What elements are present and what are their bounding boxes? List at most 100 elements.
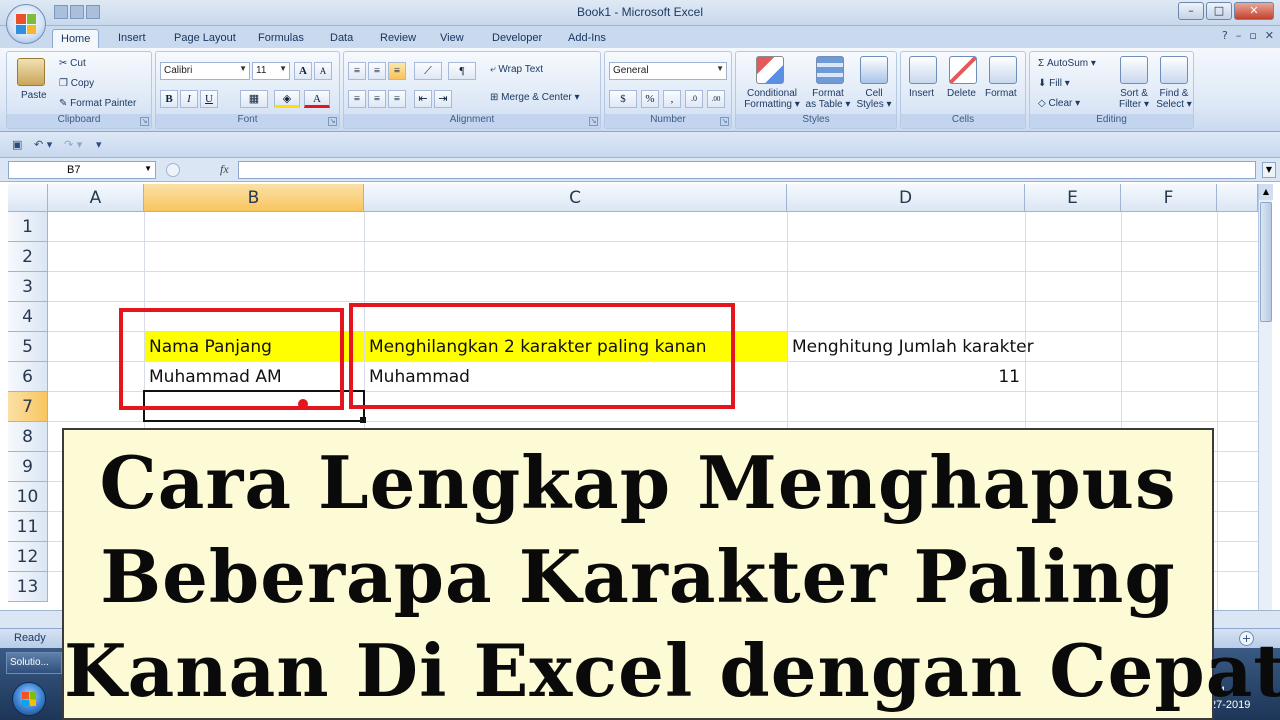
align-left-button[interactable]: ≡ (348, 90, 366, 108)
minimize-button[interactable]: – (1178, 2, 1204, 20)
align-bottom-button[interactable]: ≡ (388, 62, 406, 80)
tab-data[interactable]: Data (322, 29, 361, 48)
alignment-launcher[interactable]: ↘ (589, 117, 598, 126)
customize-qat-icon[interactable]: ▾ (96, 138, 102, 151)
sort-filter-button[interactable]: Sort & Filter ▾ (1114, 88, 1154, 110)
italic-button[interactable]: I (180, 90, 198, 108)
shrink-font-button[interactable]: A (314, 62, 332, 80)
cell-d5[interactable]: Menghitung Jumlah karakter (788, 332, 1088, 362)
copy-button[interactable]: ❐ Copy (59, 78, 94, 89)
row-header-11[interactable]: 11 (8, 512, 48, 542)
fill-color-button[interactable]: ◈ (274, 90, 300, 108)
insert-cells-button[interactable]: Insert (909, 88, 934, 99)
tab-view[interactable]: View (432, 29, 472, 48)
clipboard-launcher[interactable]: ↘ (140, 117, 149, 126)
row-header-5[interactable]: 5 (8, 332, 48, 362)
redo-icon[interactable]: ↷ ▾ (64, 138, 82, 151)
name-box[interactable]: B7 ▼ (8, 161, 156, 179)
align-right-button[interactable]: ≡ (388, 90, 406, 108)
row-header-7[interactable]: 7 (8, 392, 48, 422)
row-header-12[interactable]: 12 (8, 542, 48, 572)
tab-review[interactable]: Review (372, 29, 424, 48)
column-header-d[interactable]: D (787, 184, 1025, 212)
find-select-button[interactable]: Find & Select ▾ (1154, 88, 1194, 110)
wrap-text-button[interactable]: ⤶ Wrap Text (490, 64, 543, 75)
help-icon[interactable]: ? (1222, 29, 1228, 42)
tab-insert[interactable]: Insert (110, 29, 154, 48)
row-header-8[interactable]: 8 (8, 422, 48, 452)
row-header-4[interactable]: 4 (8, 302, 48, 332)
number-launcher[interactable]: ↘ (720, 117, 729, 126)
column-header-c[interactable]: C (364, 184, 787, 212)
underline-button[interactable]: U (200, 90, 218, 108)
indent-button[interactable]: ¶ (448, 62, 476, 80)
vertical-scrollbar[interactable]: ▲ (1258, 184, 1273, 610)
row-header-1[interactable]: 1 (8, 212, 48, 242)
ribbon-close-icon[interactable]: ✕ (1265, 29, 1274, 42)
column-header-b[interactable]: B (144, 184, 364, 212)
percent-button[interactable]: % (641, 90, 659, 108)
cell-d6[interactable]: 11 (788, 362, 1020, 392)
tab-add-ins[interactable]: Add-Ins (560, 29, 614, 48)
format-cells-button[interactable]: Format (985, 88, 1017, 99)
row-header-2[interactable]: 2 (8, 242, 48, 272)
fill-handle[interactable] (360, 417, 366, 423)
column-header-g[interactable] (1217, 184, 1258, 212)
font-size-select[interactable]: 11 ▼ (252, 62, 290, 80)
select-all-corner[interactable] (8, 184, 48, 212)
expand-formula-bar-icon[interactable]: ▼ (1262, 162, 1276, 178)
autosum-button[interactable]: Σ AutoSum ▾ (1038, 58, 1096, 69)
start-button[interactable] (12, 682, 46, 716)
insert-function-button[interactable]: fx (220, 162, 229, 177)
maximize-button[interactable]: □ (1206, 2, 1232, 20)
column-header-e[interactable]: E (1025, 184, 1121, 212)
borders-button[interactable]: ▦ (240, 90, 268, 108)
tab-page-layout[interactable]: Page Layout (166, 29, 244, 48)
bold-button[interactable]: B (160, 90, 178, 108)
font-launcher[interactable]: ↘ (328, 117, 337, 126)
paste-icon[interactable] (17, 58, 45, 86)
office-button[interactable] (6, 4, 46, 44)
align-middle-button[interactable]: ≡ (368, 62, 386, 80)
tab-home[interactable]: Home (52, 29, 100, 48)
align-center-button[interactable]: ≡ (368, 90, 386, 108)
cell-styles-button[interactable]: Cell Styles ▾ (854, 88, 894, 110)
grow-font-button[interactable]: A (294, 62, 312, 80)
align-top-button[interactable]: ≡ (348, 62, 366, 80)
decrease-decimal-button[interactable]: .00 (707, 90, 725, 108)
delete-cells-button[interactable]: Delete (947, 88, 976, 99)
paste-button[interactable]: Paste (21, 90, 47, 101)
row-header-6[interactable]: 6 (8, 362, 48, 392)
column-header-a[interactable]: A (48, 184, 144, 212)
number-format-select[interactable]: General ▼ (609, 62, 727, 80)
ribbon-minimize-icon[interactable]: – (1236, 29, 1242, 42)
row-header-10[interactable]: 10 (8, 482, 48, 512)
fill-button[interactable]: ⬇ Fill ▾ (1038, 78, 1070, 89)
font-color-button[interactable]: A (304, 90, 330, 108)
format-painter-button[interactable]: ✎ Format Painter (59, 98, 136, 109)
merge-center-button[interactable]: ⊞ Merge & Center ▾ (490, 92, 580, 103)
accounting-button[interactable]: $ (609, 90, 637, 108)
decrease-indent-button[interactable]: ⇤ (414, 90, 432, 108)
conditional-formatting-button[interactable]: Conditional Formatting ▾ (742, 88, 802, 110)
cancel-entry-icon[interactable] (166, 163, 180, 177)
tab-formulas[interactable]: Formulas (250, 29, 312, 48)
column-header-f[interactable]: F (1121, 184, 1217, 212)
save-icon[interactable]: ▣ (12, 138, 22, 151)
row-header-13[interactable]: 13 (8, 572, 48, 602)
increase-indent-button[interactable]: ⇥ (434, 90, 452, 108)
cut-button[interactable]: ✂ Cut (59, 58, 86, 69)
tab-developer[interactable]: Developer (484, 29, 550, 48)
format-as-table-button[interactable]: Format as Table ▾ (804, 88, 852, 110)
row-header-3[interactable]: 3 (8, 272, 48, 302)
row-header-9[interactable]: 9 (8, 452, 48, 482)
close-button[interactable]: ✕ (1234, 2, 1274, 20)
font-name-select[interactable]: Calibri ▼ (160, 62, 250, 80)
clear-button[interactable]: ◇ Clear ▾ (1038, 98, 1080, 109)
scroll-thumb[interactable] (1260, 202, 1272, 322)
ribbon-restore-icon[interactable]: ▫ (1249, 29, 1256, 42)
increase-decimal-button[interactable]: .0 (685, 90, 703, 108)
orientation-button[interactable]: ⟋ (414, 62, 442, 80)
undo-icon[interactable]: ↶ ▾ (34, 138, 52, 151)
scroll-up-icon[interactable]: ▲ (1259, 184, 1273, 200)
